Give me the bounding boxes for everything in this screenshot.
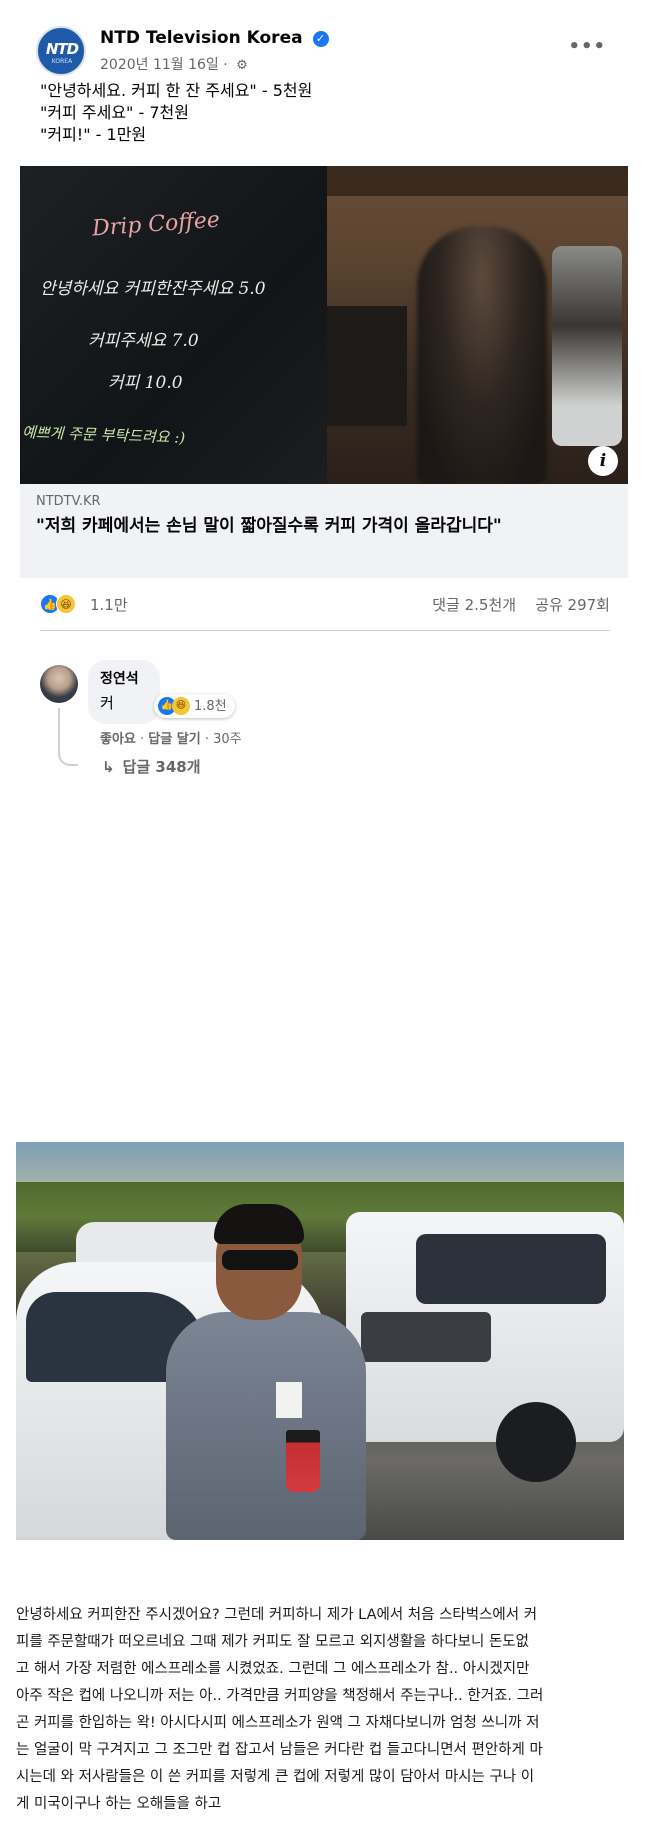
article-line: 아주 작은 컵에 나오니까 저는 아.. 가격만큼 커피양을 책정해서 주는구나… <box>16 1688 544 1704</box>
post-text-line: "커피!" - 1만원 <box>40 125 147 144</box>
comment-reaction-count: 1.8천 <box>194 699 227 714</box>
commenter-avatar[interactable] <box>40 665 78 703</box>
cafe-shelf <box>327 166 628 196</box>
post-meta: 2020년 11월 16일 · ⚙ <box>100 54 248 74</box>
article-line: 게 미국이구나 하는 오해들을 하고 <box>16 1796 222 1812</box>
gear-icon[interactable]: ⚙ <box>236 58 248 73</box>
comment-actions: 좋아요 · 답글 달기 · 30주 <box>100 728 242 747</box>
coffee-grinder <box>552 246 622 446</box>
comment-text: 커 <box>100 694 114 712</box>
verified-badge-icon: ✓ <box>312 31 329 47</box>
chalkboard-title: Drip Coffee <box>91 207 221 242</box>
info-icon[interactable]: i <box>588 446 618 476</box>
ntd-logo-text: NTD <box>45 40 79 58</box>
reaction-count[interactable]: 1.1만 <box>90 594 128 615</box>
man-torso <box>166 1312 366 1540</box>
truck-grille <box>361 1312 491 1362</box>
man-hair <box>214 1204 304 1244</box>
comment-time[interactable]: 30주 <box>213 732 242 747</box>
post-header: NTD KOREA NTD Television Korea ✓ 2020년 1… <box>36 22 616 82</box>
sunglasses <box>222 1250 298 1270</box>
page-avatar[interactable]: NTD KOREA <box>36 26 86 76</box>
post-text: "안녕하세요. 커피 한 잔 주세요" - 5천원 "커피 주세요" - 7천원… <box>40 80 600 146</box>
truck-wheel <box>496 1402 576 1482</box>
haha-reaction-icon[interactable]: 😆 <box>56 594 76 614</box>
post-stats: 댓글 2.5천개 공유 297회 <box>432 594 610 615</box>
comment-reply-button[interactable]: 답글 달기 <box>148 732 200 747</box>
article-line: 곤 커피를 한입하는 왁! 아시다시피 에스프레소가 원액 그 자채다보니까 엄… <box>16 1715 540 1731</box>
reactions-bar: 👍 😆 1.1만 댓글 2.5천개 공유 297회 <box>40 590 610 620</box>
cafe-photo <box>327 166 628 484</box>
page-name-text[interactable]: NTD Television Korea <box>100 28 303 48</box>
chalkboard-line: 예쁘게 주문 부탁드려요 :) <box>21 423 186 447</box>
comment-author[interactable]: 정연석 <box>100 668 148 688</box>
meta-separator: · <box>223 57 233 73</box>
haha-reaction-icon: 😆 <box>172 697 190 715</box>
reply-thread-line <box>58 708 78 766</box>
link-info[interactable]: NTDTV.KR "저희 카페에서는 손님 말이 짧아질수록 커피 가격이 올라… <box>20 484 628 578</box>
link-preview-card[interactable]: Drip Coffee 안녕하세요 커피한잔주세요 5.0 커피주세요 7.0 … <box>20 166 628 578</box>
comment-count[interactable]: 댓글 2.5천개 <box>432 596 516 614</box>
post-text-line: "커피 주세요" - 7천원 <box>40 103 189 122</box>
page-name[interactable]: NTD Television Korea ✓ <box>100 28 329 48</box>
share-count[interactable]: 공유 297회 <box>535 596 610 614</box>
replies-label[interactable]: 답글 348개 <box>123 758 201 776</box>
link-domain: NTDTV.KR <box>36 494 101 509</box>
stats-gap <box>521 596 531 614</box>
id-badge <box>276 1382 302 1418</box>
article-line: 피를 주문할때가 떠오르네요 그때 제가 커피도 잘 모르고 외지생활을 하다보… <box>16 1634 529 1650</box>
article-paragraph: 안녕하세요 커피한잔 주시겠어요? 그런데 커피하니 제가 LA에서 처음 스타… <box>16 1602 624 1818</box>
post-text-line: "안녕하세요. 커피 한 잔 주세요" - 5천원 <box>40 81 313 100</box>
coffee-cup <box>286 1430 320 1492</box>
chalkboard-line: 안녕하세요 커피한잔주세요 5.0 <box>40 279 266 299</box>
cash-register <box>327 306 407 426</box>
article-line: 시는데 와 저사람들은 이 쓴 커피를 저렇게 큰 컵에 저렇게 많이 담아서 … <box>16 1769 535 1785</box>
blurred-barista <box>417 226 547 484</box>
link-title[interactable]: "저희 카페에서는 손님 말이 짧아질수록 커피 가격이 올라갑니다" <box>36 513 612 539</box>
article-line: 는 얼굴이 막 구겨지고 그 조그만 컵 잡고서 남들은 커다란 컵 들고다니면… <box>16 1742 543 1758</box>
parking-lot-photo <box>16 1142 624 1540</box>
link-preview-image[interactable]: Drip Coffee 안녕하세요 커피한잔주세요 5.0 커피주세요 7.0 … <box>20 166 628 484</box>
man-with-coffee <box>156 1202 366 1540</box>
article-line: 고 해서 가장 저렴한 에스프레소를 시켰었죠. 그런데 그 에스프레소가 참.… <box>16 1661 530 1677</box>
action-separator: · <box>204 732 214 747</box>
truck-window <box>416 1234 606 1304</box>
post-date[interactable]: 2020년 11월 16일 <box>100 57 219 73</box>
comment-like-button[interactable]: 좋아요 <box>100 732 136 747</box>
comment-bubble: 정연석 커 <box>88 660 160 724</box>
chalkboard-line: 커피주세요 7.0 <box>88 331 199 351</box>
view-replies-link[interactable]: ↳ 답글 348개 <box>102 756 201 777</box>
more-options-icon[interactable]: ••• <box>568 36 606 57</box>
chalkboard-line: 커피 10.0 <box>108 373 183 393</box>
comment-reactions[interactable]: 👍 😆 1.8천 <box>154 694 235 718</box>
article-line: 안녕하세요 커피한잔 주시겠어요? 그런데 커피하니 제가 LA에서 처음 스타… <box>16 1607 538 1623</box>
chalkboard-menu: Drip Coffee 안녕하세요 커피한잔주세요 5.0 커피주세요 7.0 … <box>20 166 327 484</box>
ntd-logo-sub: KOREA <box>51 58 73 65</box>
reply-arrow-icon: ↳ <box>102 758 115 776</box>
divider <box>40 630 610 631</box>
